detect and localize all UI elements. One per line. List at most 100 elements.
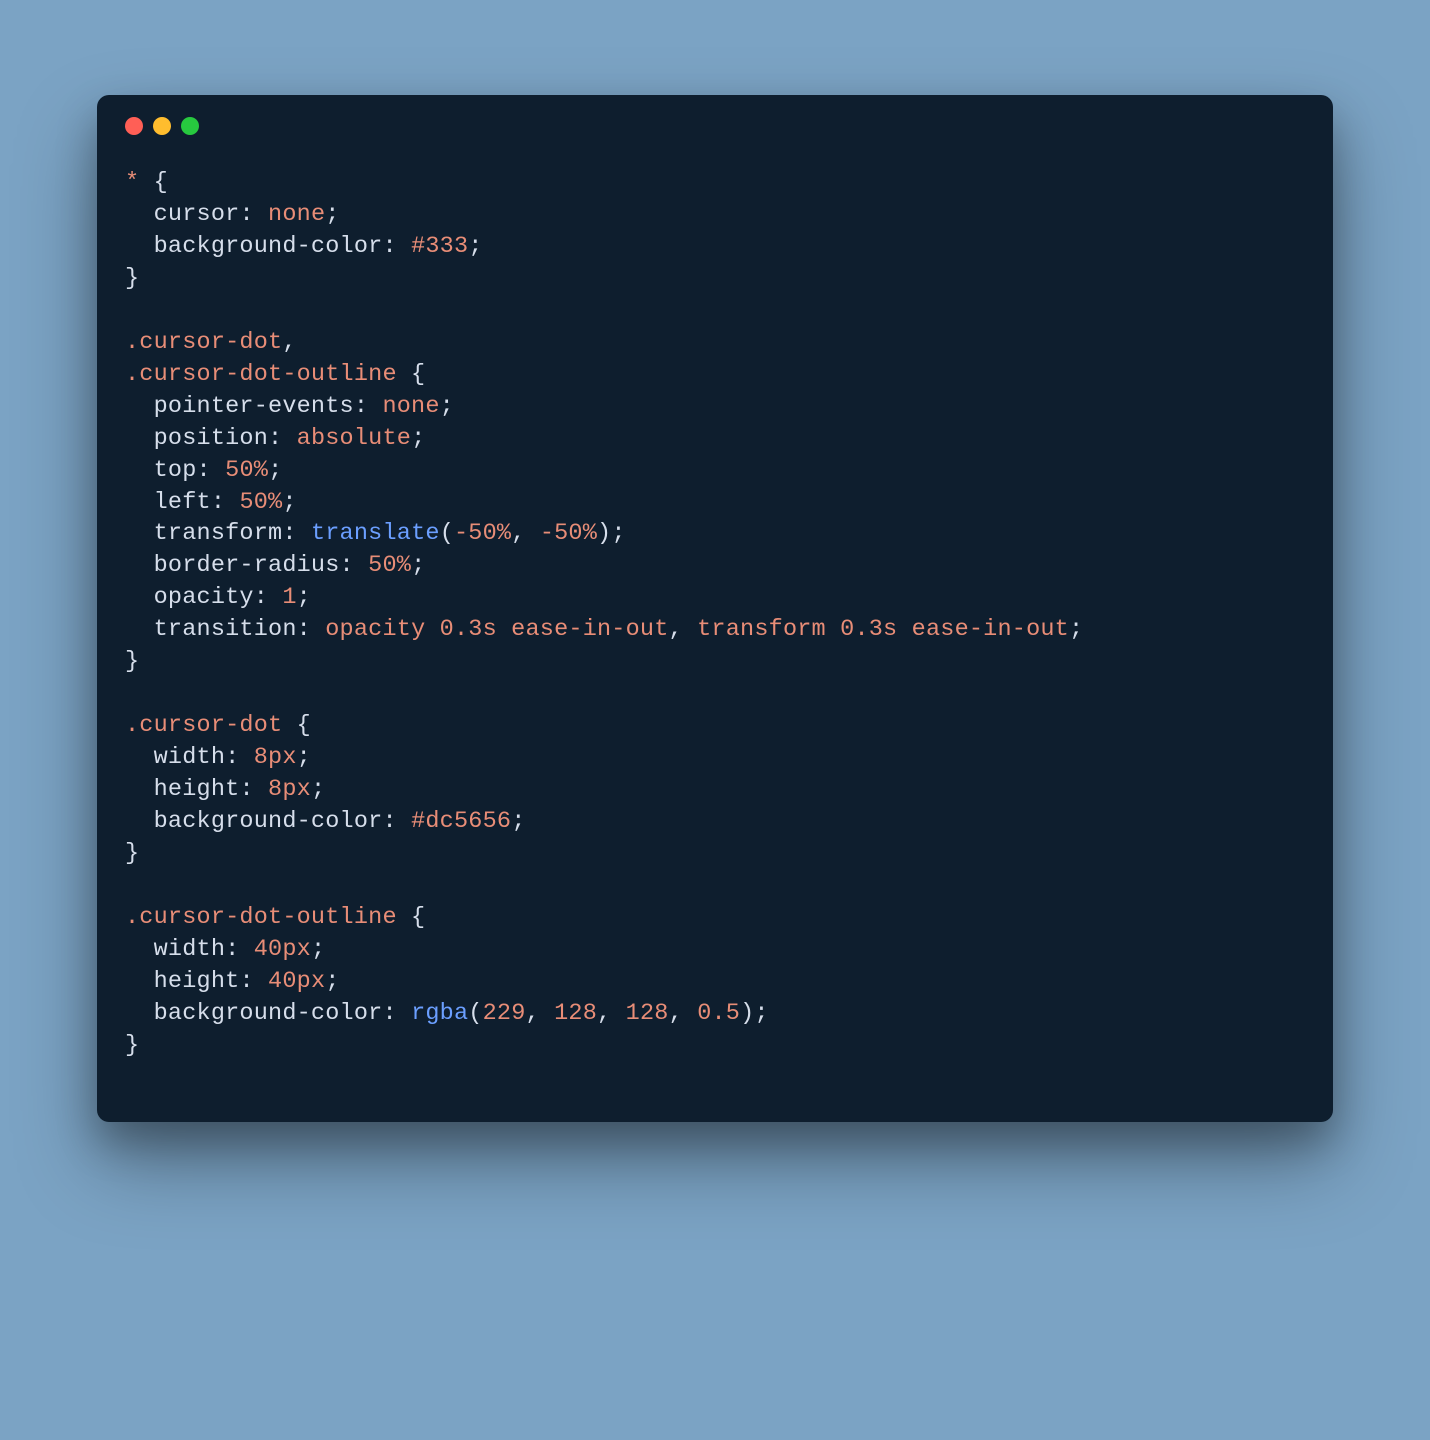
code-token: : — [297, 616, 326, 643]
code-token: background-color — [154, 808, 383, 835]
code-line: pointer-events: none; — [125, 391, 1305, 423]
code-token: opacity — [154, 584, 254, 611]
code-token: .cursor-dot-outline — [125, 904, 397, 931]
code-token: height — [154, 968, 240, 995]
code-token: { — [139, 169, 168, 196]
code-token: left — [154, 489, 211, 516]
code-line: transform: translate(-50%, -50%); — [125, 518, 1305, 550]
close-dot-icon[interactable] — [125, 117, 143, 135]
code-line: } — [125, 838, 1305, 870]
code-token: position — [154, 425, 268, 452]
code-token: , — [669, 616, 698, 643]
code-line: background-color: #dc5656; — [125, 806, 1305, 838]
code-line: opacity: 1; — [125, 582, 1305, 614]
code-line: background-color: rgba(229, 128, 128, 0.… — [125, 998, 1305, 1030]
code-token: { — [397, 904, 426, 931]
code-token: 1 — [282, 584, 296, 611]
code-token: translate — [311, 520, 440, 547]
code-line — [125, 678, 1305, 710]
code-line: .cursor-dot { — [125, 710, 1305, 742]
code-token: 8px — [254, 744, 297, 771]
code-line: height: 8px; — [125, 774, 1305, 806]
code-line: background-color: #333; — [125, 231, 1305, 263]
code-line: height: 40px; — [125, 966, 1305, 998]
window-title-bar — [97, 95, 1333, 147]
code-token: ; — [468, 233, 482, 260]
code-token: ; — [282, 489, 296, 516]
code-line: } — [125, 263, 1305, 295]
code-token: : — [254, 584, 283, 611]
code-token — [125, 1000, 154, 1027]
code-line: .cursor-dot, — [125, 327, 1305, 359]
code-token: ; — [311, 776, 325, 803]
code-token: { — [397, 361, 426, 388]
code-token: border-radius — [154, 552, 340, 579]
code-token: : — [225, 744, 254, 771]
code-token: 8px — [268, 776, 311, 803]
code-token: #dc5656 — [411, 808, 511, 835]
code-token: , — [511, 520, 540, 547]
code-token: ; — [511, 808, 525, 835]
code-line — [125, 870, 1305, 902]
code-token: ); — [740, 1000, 769, 1027]
code-token: ); — [597, 520, 626, 547]
code-token: none — [382, 393, 439, 420]
code-token: : — [282, 520, 311, 547]
code-line: left: 50%; — [125, 487, 1305, 519]
code-token: : — [382, 233, 411, 260]
code-token: 128 — [554, 1000, 597, 1027]
code-line: } — [125, 1030, 1305, 1062]
code-token: : — [340, 552, 369, 579]
code-token: ; — [297, 744, 311, 771]
code-token — [125, 233, 154, 260]
code-token: : — [239, 776, 268, 803]
code-token: } — [125, 840, 139, 867]
code-line: width: 40px; — [125, 934, 1305, 966]
code-token: 229 — [483, 1000, 526, 1027]
code-line: .cursor-dot-outline { — [125, 359, 1305, 391]
code-token: -50% — [454, 520, 511, 547]
code-token: opacity 0.3s ease-in-out — [325, 616, 668, 643]
code-token: : — [225, 936, 254, 963]
code-line: * { — [125, 167, 1305, 199]
code-token: 0.5 — [697, 1000, 740, 1027]
code-token: 50% — [239, 489, 282, 516]
code-token: ; — [411, 425, 425, 452]
code-token: : — [197, 457, 226, 484]
minimize-dot-icon[interactable] — [153, 117, 171, 135]
code-token: : — [268, 425, 297, 452]
code-token: .cursor-dot-outline — [125, 361, 397, 388]
code-token: transform — [154, 520, 283, 547]
code-token: : — [211, 489, 240, 516]
code-token: 40px — [254, 936, 311, 963]
code-token — [125, 520, 154, 547]
code-line: border-radius: 50%; — [125, 550, 1305, 582]
code-token: 128 — [626, 1000, 669, 1027]
code-token: pointer-events — [154, 393, 354, 420]
code-token: -50% — [540, 520, 597, 547]
code-token — [125, 489, 154, 516]
code-token: 50% — [368, 552, 411, 579]
code-token: ; — [1069, 616, 1083, 643]
code-token: , — [669, 1000, 698, 1027]
code-token: none — [268, 201, 325, 228]
code-token: ; — [411, 552, 425, 579]
code-token: : — [239, 201, 268, 228]
code-token: ; — [268, 457, 282, 484]
code-token — [125, 393, 154, 420]
code-token — [125, 936, 154, 963]
code-token: * — [125, 169, 139, 196]
code-token: rgba — [411, 1000, 468, 1027]
code-token: , — [526, 1000, 555, 1027]
code-token: top — [154, 457, 197, 484]
code-token — [125, 584, 154, 611]
maximize-dot-icon[interactable] — [181, 117, 199, 135]
code-token: background-color — [154, 1000, 383, 1027]
code-token: ( — [468, 1000, 482, 1027]
code-token: : — [382, 808, 411, 835]
code-token: 40px — [268, 968, 325, 995]
code-line — [125, 295, 1305, 327]
code-token — [125, 616, 154, 643]
code-token: { — [282, 712, 311, 739]
code-token: ( — [440, 520, 454, 547]
